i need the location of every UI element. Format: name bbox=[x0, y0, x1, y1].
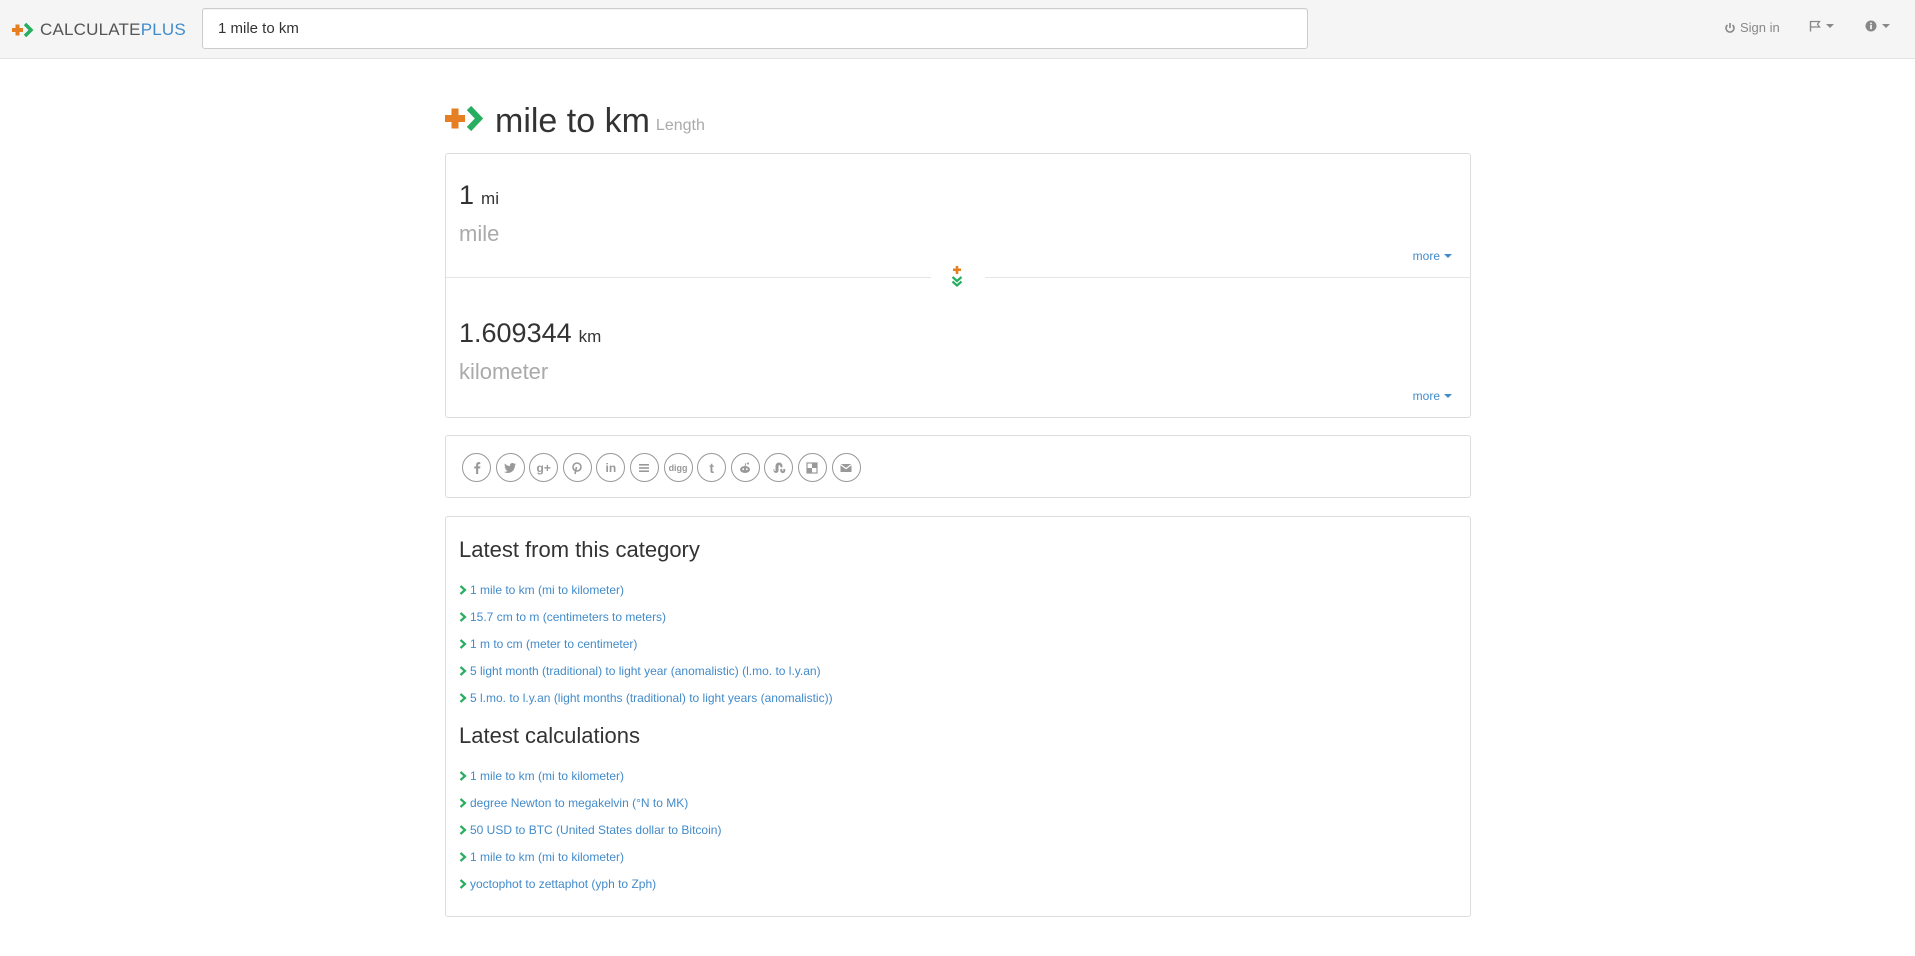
stumbleupon-icon[interactable] bbox=[764, 453, 794, 482]
from-more-dropdown[interactable]: more bbox=[1413, 249, 1452, 263]
chevron-down-icon bbox=[1882, 24, 1890, 28]
page-category: Length bbox=[655, 117, 705, 134]
chevron-right-icon bbox=[459, 665, 467, 676]
calculation-link[interactable]: 1 mile to km (mi to kilometer) bbox=[470, 769, 624, 783]
category-link[interactable]: 1 mile to km (mi to kilometer) bbox=[470, 583, 624, 597]
share-panel: g+ in digg t bbox=[445, 435, 1471, 498]
chevron-right-icon bbox=[459, 770, 467, 781]
category-link[interactable]: 1 m to cm (meter to centimeter) bbox=[470, 637, 637, 651]
reddit-icon[interactable] bbox=[730, 453, 760, 482]
from-unit-block: 1 mi mile bbox=[459, 180, 499, 247]
chevron-right-icon bbox=[459, 584, 467, 595]
list-item[interactable]: yoctophot to zettaphot (yph to Zph) bbox=[459, 870, 721, 897]
latest-calculations-title: Latest calculations bbox=[459, 723, 640, 748]
more-label: more bbox=[1412, 389, 1440, 403]
tumblr-icon[interactable]: t bbox=[697, 453, 727, 482]
search-input[interactable] bbox=[202, 8, 1308, 49]
to-unit-abbr: km bbox=[578, 327, 602, 346]
list-item[interactable]: 50 USD to BTC (United States dollar to B… bbox=[459, 816, 721, 843]
conversion-panel: 1 mi mile more 1.609344 km kilometer mor… bbox=[445, 153, 1471, 418]
list-item[interactable]: 1 mile to km (mi to kilometer) bbox=[459, 576, 833, 603]
list-item[interactable]: 15.7 cm to m (centimeters to meters) bbox=[459, 603, 833, 630]
to-more-dropdown[interactable]: more bbox=[1413, 389, 1452, 403]
calculation-link[interactable]: degree Newton to megakelvin (°N to MK) bbox=[470, 796, 688, 810]
chevron-right-icon bbox=[459, 611, 467, 622]
list-item[interactable]: 1 mile to km (mi to kilometer) bbox=[459, 762, 721, 789]
category-link[interactable]: 5 light month (traditional) to light yea… bbox=[470, 664, 821, 678]
chevron-right-icon bbox=[459, 824, 467, 835]
delicious-icon[interactable] bbox=[797, 453, 827, 482]
from-value[interactable]: 1 bbox=[459, 180, 474, 211]
facebook-icon[interactable] bbox=[462, 453, 491, 482]
latest-calculations-list: 1 mile to km (mi to kilometer) degree Ne… bbox=[459, 762, 721, 897]
from-unit-name[interactable]: mile bbox=[459, 221, 499, 247]
divider bbox=[985, 277, 1471, 278]
list-item[interactable]: 1 mile to km (mi to kilometer) bbox=[459, 843, 721, 870]
swap-units-icon[interactable] bbox=[947, 266, 967, 288]
more-label: more bbox=[1412, 249, 1440, 263]
category-link[interactable]: 5 l.mo. to l.y.an (light months (traditi… bbox=[470, 691, 833, 705]
calculation-link[interactable]: 50 USD to BTC (United States dollar to B… bbox=[470, 823, 721, 837]
power-icon bbox=[1725, 22, 1735, 33]
caret-down-icon bbox=[1444, 394, 1452, 398]
to-unit-name[interactable]: kilometer bbox=[459, 359, 601, 385]
google-plus-icon[interactable]: g+ bbox=[529, 453, 559, 482]
list-item[interactable]: 1 m to cm (meter to centimeter) bbox=[459, 630, 833, 657]
sign-in-label: Sign in bbox=[1740, 20, 1780, 35]
buffer-icon[interactable] bbox=[629, 453, 659, 482]
list-item[interactable]: 5 l.mo. to l.y.an (light months (traditi… bbox=[459, 684, 833, 711]
chevron-right-icon bbox=[459, 692, 467, 703]
sign-in-link[interactable]: Sign in bbox=[1724, 20, 1780, 35]
calculateplus-logo-icon bbox=[445, 105, 484, 132]
chevron-right-icon bbox=[459, 797, 467, 808]
to-value[interactable]: 1.609344 bbox=[459, 318, 572, 349]
brand-logo-link[interactable]: CALCULATE PLUS bbox=[12, 18, 186, 42]
list-item[interactable]: 5 light month (traditional) to light yea… bbox=[459, 657, 833, 684]
digg-icon[interactable]: digg bbox=[663, 453, 693, 482]
latest-category-list: 1 mile to km (mi to kilometer) 15.7 cm t… bbox=[459, 576, 833, 711]
brand-plus-text: PLUS bbox=[140, 20, 186, 39]
from-unit-abbr: mi bbox=[481, 189, 499, 208]
caret-down-icon bbox=[1444, 254, 1452, 258]
calculation-link[interactable]: yoctophot to zettaphot (yph to Zph) bbox=[470, 877, 656, 891]
language-dropdown[interactable] bbox=[1809, 20, 1834, 32]
flag-icon bbox=[1809, 20, 1821, 32]
email-icon[interactable] bbox=[831, 453, 861, 482]
list-item[interactable]: degree Newton to megakelvin (°N to MK) bbox=[459, 789, 721, 816]
calculateplus-logo-icon bbox=[12, 22, 34, 38]
brand-calculate-text: CALCULATE bbox=[40, 20, 141, 39]
page-title: mile to km bbox=[495, 102, 650, 140]
info-dropdown[interactable] bbox=[1865, 20, 1890, 32]
category-link[interactable]: 15.7 cm to m (centimeters to meters) bbox=[470, 610, 666, 624]
latest-panel: Latest from this category 1 mile to km (… bbox=[445, 516, 1471, 917]
chevron-right-icon bbox=[459, 851, 467, 862]
chevron-right-icon bbox=[459, 638, 467, 649]
navbar: CALCULATEPLUS Sign in bbox=[0, 0, 1915, 59]
calculation-link[interactable]: 1 mile to km (mi to kilometer) bbox=[470, 850, 624, 864]
twitter-icon[interactable] bbox=[495, 453, 525, 482]
info-icon bbox=[1865, 20, 1877, 32]
divider bbox=[446, 277, 931, 278]
pinterest-icon[interactable] bbox=[562, 453, 592, 482]
linkedin-icon[interactable]: in bbox=[596, 453, 626, 482]
chevron-down-icon bbox=[1826, 24, 1834, 28]
page-header: mile to km Length bbox=[445, 93, 705, 141]
chevron-right-icon bbox=[459, 878, 467, 889]
to-unit-block: 1.609344 km kilometer bbox=[459, 318, 601, 385]
latest-category-title: Latest from this category bbox=[459, 537, 700, 562]
